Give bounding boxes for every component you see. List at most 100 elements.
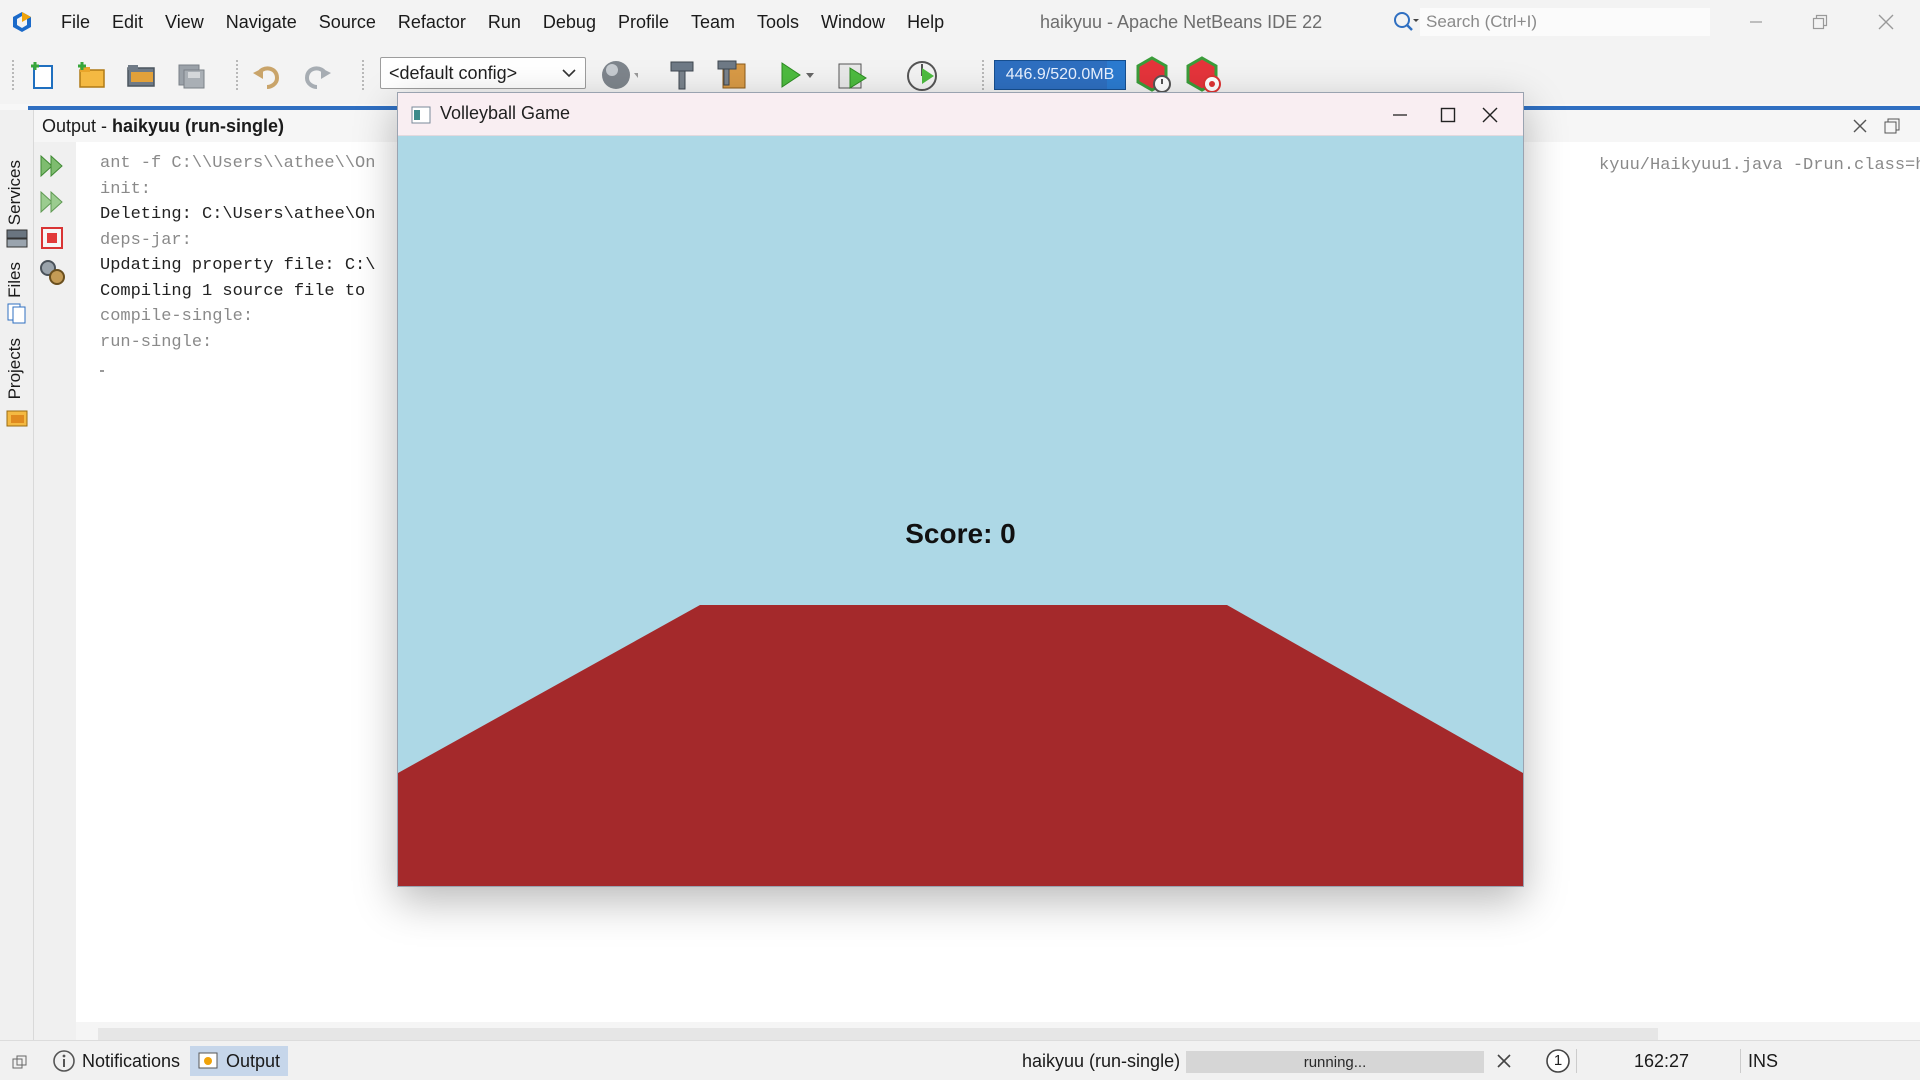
settings-gears-icon (40, 260, 65, 285)
browser-button[interactable] (600, 56, 638, 94)
toolbar-separator (362, 60, 364, 90)
new-project-icon (78, 62, 105, 88)
close-button[interactable] (1858, 0, 1914, 44)
score-label: Score: 0 (905, 518, 1016, 549)
save-all-button (172, 56, 210, 94)
search-input[interactable] (1420, 8, 1710, 36)
netbeans-logo-icon (13, 12, 31, 32)
menu-bar: File Edit View Navigate Source Refactor Run Deb… (50, 0, 955, 44)
sidebar-tab-files[interactable]: Files (5, 262, 25, 298)
output-line: Updating property file: C:\ (100, 256, 376, 275)
menu-window[interactable]: Window (810, 0, 896, 44)
open-project-icon (127, 65, 155, 87)
output-line: init: (100, 179, 152, 199)
close-icon (1482, 107, 1498, 122)
toolbar-separator (12, 60, 14, 90)
clean-build-button[interactable] (714, 56, 752, 94)
game-window-titlebar[interactable]: Volleyball Game (398, 93, 1523, 136)
search-box[interactable] (1390, 8, 1720, 36)
cancel-task-button[interactable] (1496, 1053, 1512, 1074)
game-window[interactable]: Volleyball Game Score: 0 (397, 92, 1524, 887)
menu-refactor[interactable]: Refactor (387, 0, 477, 44)
debug-button[interactable] (836, 56, 874, 94)
minimize-button[interactable] (1728, 0, 1784, 44)
notification-count-badge[interactable]: 1 (1545, 1048, 1571, 1074)
statusbar-minimize-button[interactable] (12, 1054, 28, 1074)
output-tab[interactable]: Output (190, 1046, 289, 1076)
new-project-button[interactable] (72, 56, 110, 94)
title-bar: File Edit View Navigate Source Refactor Run Deb… (0, 0, 1920, 44)
task-progress-bar[interactable]: running... (1186, 1051, 1484, 1073)
gc-button[interactable] (1134, 56, 1172, 94)
services-icon (6, 229, 28, 248)
menu-debug[interactable]: Debug (532, 0, 607, 44)
search-icon[interactable] (1390, 8, 1420, 36)
window-title: haikyuu - Apache NetBeans IDE 22 (1040, 12, 1323, 32)
gc-stop-button[interactable] (1184, 56, 1222, 94)
profile-button[interactable] (904, 56, 942, 94)
run-icon (781, 62, 814, 88)
rerun-button[interactable] (38, 152, 66, 180)
menu-help[interactable]: Help (896, 0, 955, 44)
undo-icon (253, 66, 280, 89)
run-button[interactable] (776, 56, 814, 94)
output-maximize-button[interactable] (1884, 118, 1900, 139)
horizontal-scrollbar[interactable] (98, 1028, 1658, 1040)
toolbar-separator (982, 60, 984, 90)
menu-edit[interactable]: Edit (101, 0, 154, 44)
stop-button[interactable] (38, 224, 66, 252)
output-line: deps-jar: (100, 230, 192, 250)
output-icon (198, 1052, 218, 1069)
gc-icon (1136, 56, 1171, 93)
globe-icon (602, 61, 638, 89)
gc-stop-icon (1186, 56, 1221, 93)
ant-settings-button[interactable] (38, 258, 66, 286)
menu-navigate[interactable]: Navigate (215, 0, 308, 44)
toolbar-separator (236, 60, 238, 90)
game-canvas[interactable]: Score: 0 (398, 136, 1523, 886)
output-window-title[interactable]: Output - haikyuu (run-single) (42, 116, 284, 137)
minimize-icon (1393, 113, 1407, 116)
projects-icon (6, 410, 28, 427)
config-dropdown[interactable]: <default config> (380, 57, 586, 89)
output-title-task: haikyuu (run-single) (112, 116, 285, 136)
save-all-icon (178, 64, 205, 89)
game-close-button[interactable] (1460, 93, 1520, 136)
redo-button[interactable] (298, 56, 336, 94)
stop-icon (41, 227, 63, 249)
status-bar: Notifications Output haikyuu (run-single… (0, 1040, 1920, 1080)
output-line: Deleting: C:\Users\athee\On (100, 205, 376, 224)
menu-team[interactable]: Team (680, 0, 746, 44)
new-file-button[interactable] (24, 56, 62, 94)
output-close-button[interactable] (1852, 118, 1868, 139)
notification-count: 1 (1553, 1052, 1563, 1069)
sidebar-tab-services[interactable]: Services (5, 160, 25, 225)
maximize-icon (1440, 107, 1456, 122)
open-project-button[interactable] (122, 56, 160, 94)
undo-button[interactable] (248, 56, 286, 94)
menu-source[interactable]: Source (308, 0, 387, 44)
menu-run[interactable]: Run (477, 0, 532, 44)
insert-mode: INS (1748, 1051, 1779, 1071)
build-button[interactable] (664, 56, 702, 94)
menu-tools[interactable]: Tools (746, 0, 810, 44)
rerun-with-params-button[interactable] (38, 188, 66, 216)
left-sidebar: Services Files Projects (0, 110, 34, 1040)
output-caret (100, 370, 104, 372)
files-icon (7, 303, 26, 324)
sidebar-tab-projects[interactable]: Projects (5, 338, 25, 399)
menu-view[interactable]: View (154, 0, 215, 44)
memory-meter[interactable]: 446.9/520.0MB (994, 60, 1126, 90)
notifications-tab[interactable]: Notifications (52, 1041, 180, 1080)
menu-profile[interactable]: Profile (607, 0, 680, 44)
maximize-icon (1884, 118, 1900, 134)
config-value: <default config> (389, 62, 518, 83)
info-icon (53, 1050, 75, 1072)
minimize-icon (1750, 21, 1762, 23)
menu-file[interactable]: File (50, 0, 101, 44)
close-icon (1878, 14, 1894, 30)
output-line: ant -f C:\\Users\\athee\\On (100, 154, 376, 173)
restore-button[interactable] (1792, 0, 1848, 44)
memory-meter-label: 446.9/520.0MB (1005, 66, 1115, 83)
restore-icon (1812, 14, 1828, 30)
